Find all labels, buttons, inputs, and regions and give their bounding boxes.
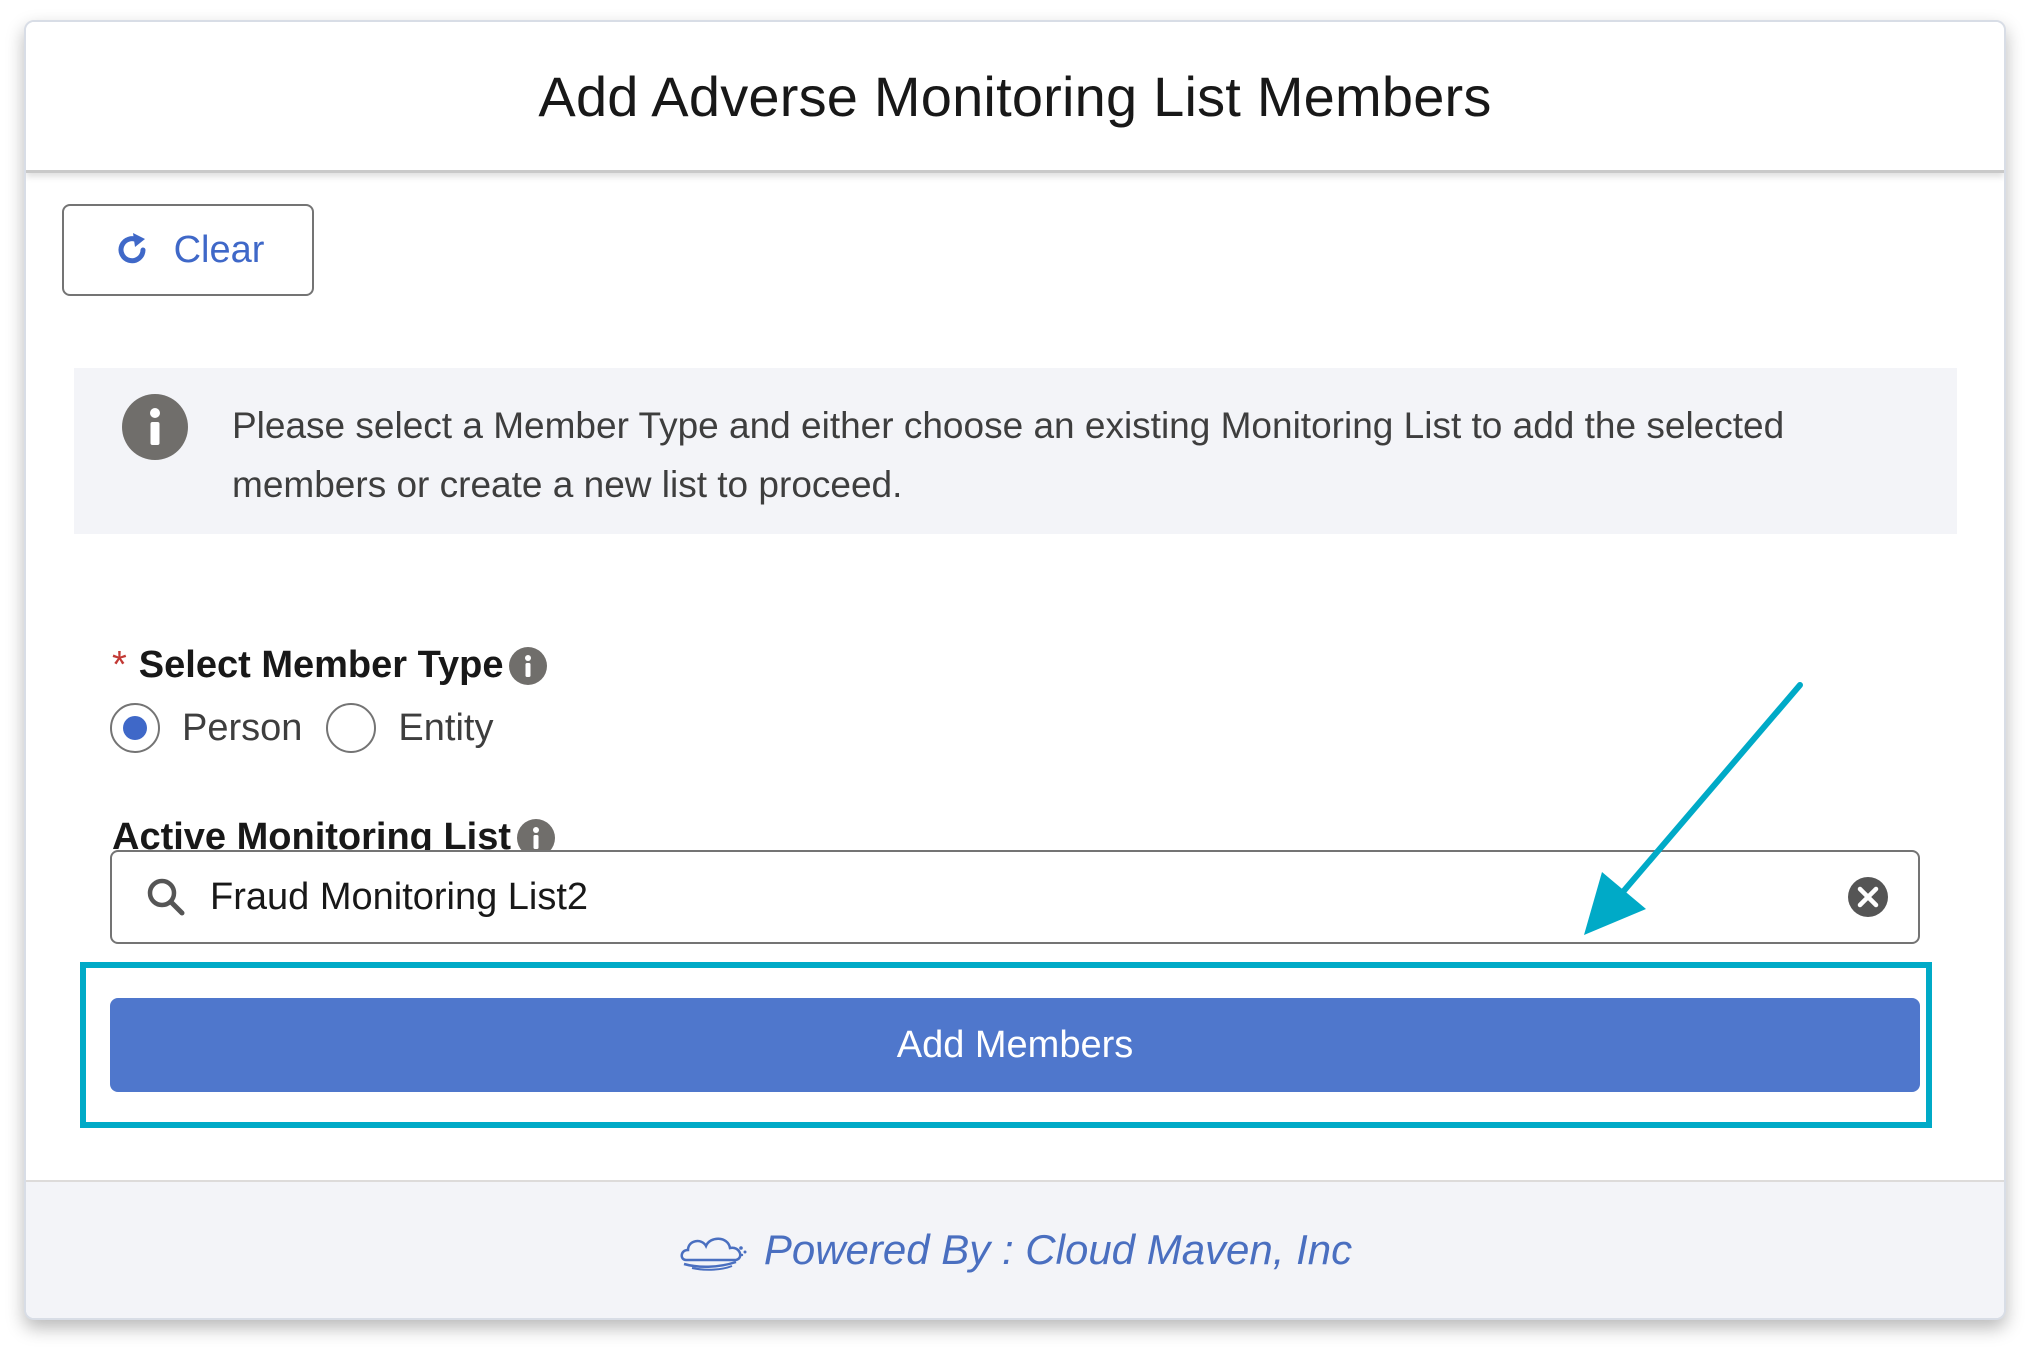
modal-footer: Powered By : Cloud Maven, Inc (26, 1180, 2004, 1318)
monitoring-list-value[interactable]: Fraud Monitoring List2 (210, 876, 1846, 919)
monitoring-list-search-input[interactable]: Fraud Monitoring List2 (110, 850, 1920, 944)
clear-button-label: Clear (173, 228, 265, 271)
member-type-radio-group: Person Entity (110, 702, 517, 754)
modal-header: Add Adverse Monitoring List Members (26, 22, 2004, 173)
member-type-label: * Select Member Type (112, 644, 548, 687)
add-members-button-label: Add Members (896, 1023, 1134, 1066)
radio-person[interactable] (110, 703, 160, 753)
refresh-icon (112, 230, 152, 270)
cloud-logo-icon (678, 1228, 750, 1272)
radio-person-label[interactable]: Person (182, 707, 302, 750)
member-type-label-text: Select Member Type (138, 644, 504, 686)
info-message-text: Please select a Member Type and either c… (232, 405, 1785, 505)
modal-dialog: Add Adverse Monitoring List Members Clea… (24, 20, 2006, 1320)
info-icon[interactable] (509, 646, 548, 685)
info-icon (122, 394, 188, 460)
radio-entity[interactable] (326, 703, 377, 753)
clear-input-icon[interactable] (1846, 875, 1890, 919)
search-icon (144, 875, 188, 919)
radio-entity-label[interactable]: Entity (398, 707, 493, 750)
required-marker: * (112, 644, 127, 686)
modal-title: Add Adverse Monitoring List Members (538, 64, 1492, 128)
add-members-button[interactable]: Add Members (110, 998, 1920, 1092)
clear-button[interactable]: Clear (62, 204, 314, 296)
footer-powered-by[interactable]: Powered By : Cloud Maven, Inc (764, 1226, 1352, 1274)
